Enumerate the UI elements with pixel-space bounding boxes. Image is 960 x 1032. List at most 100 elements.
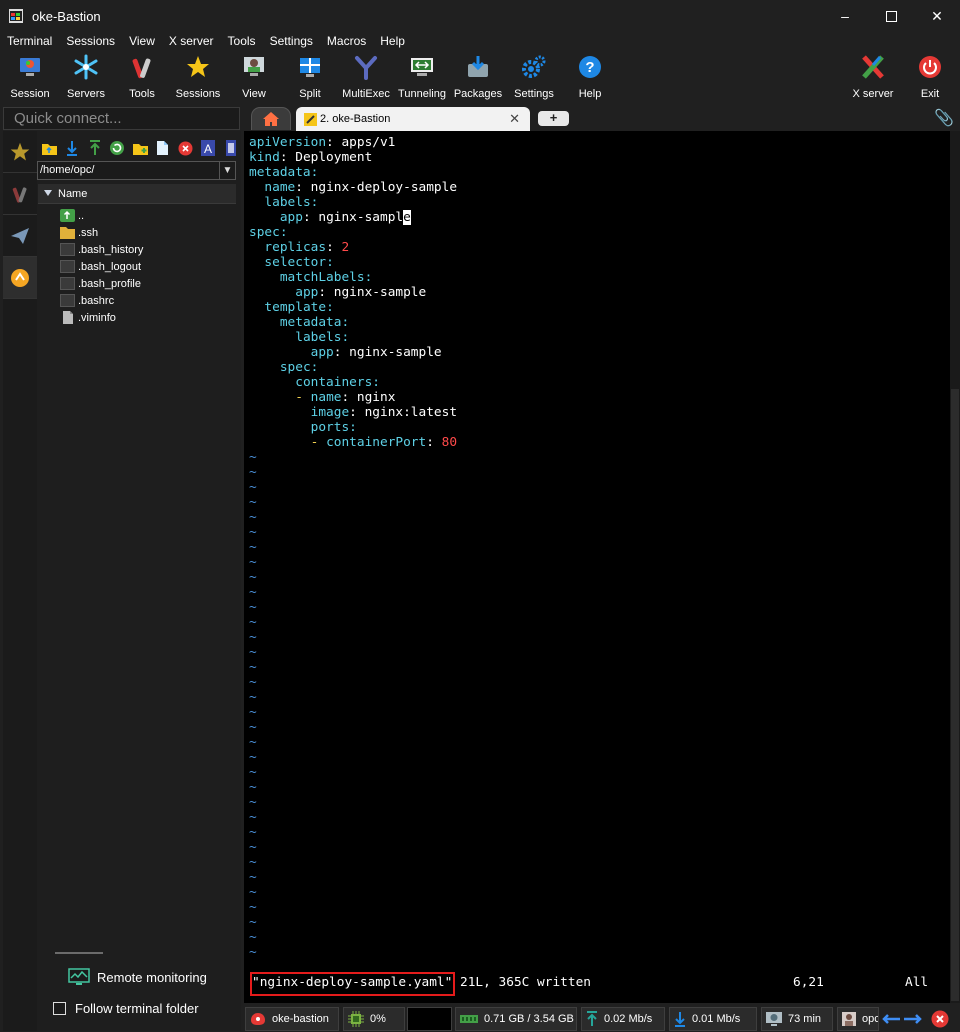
download-icon [67,141,77,156]
upload-button[interactable] [85,139,104,158]
scroll-right-icon[interactable] [903,1012,923,1030]
code-line: spec: [249,225,288,240]
session-button[interactable]: Session [2,50,58,102]
menu-view[interactable]: View [129,34,155,48]
multiexec-button[interactable]: MultiExec [338,50,394,102]
tilde-line: ~ [249,840,257,855]
menu-x-server[interactable]: X server [169,34,214,48]
chevron-down-icon[interactable]: ▼ [219,162,235,179]
refresh-icon [110,141,125,155]
folder-up-button[interactable] [40,139,59,158]
upload-arrow-icon [587,1011,597,1026]
settings-button[interactable]: Settings [506,50,562,102]
tilde-line: ~ [249,900,257,915]
delete-button[interactable] [176,139,195,158]
file-row-bashrc[interactable]: .bashrc [60,292,114,309]
sessions-button[interactable]: Sessions [170,50,226,102]
tilde-line: ~ [249,645,257,660]
file-row-bash-history[interactable]: .bash_history [60,241,143,258]
tools-button[interactable]: Tools [114,50,170,102]
title-bar: oke-Bastion – ✕ [0,0,960,32]
tunneling-button[interactable]: Tunneling [394,50,450,102]
more-button[interactable] [221,139,240,158]
file-icon [60,277,75,290]
download-button[interactable] [63,139,82,158]
tab-oke-bastion[interactable]: 2. oke-Bastion ✕ [296,107,530,131]
tilde-line: ~ [249,750,257,765]
file-icon [60,260,75,273]
svg-text:A: A [204,142,212,156]
follow-terminal-folder-checkbox[interactable]: Follow terminal folder [53,1001,199,1016]
packages-button[interactable]: Packages [450,50,506,102]
close-status-icon[interactable] [931,1010,949,1032]
terminal-scrollbar[interactable] [950,131,960,1003]
status-uptime: 73 min [761,1007,833,1031]
split-icon [300,58,320,77]
maximize-button[interactable] [868,0,914,32]
menu-settings[interactable]: Settings [270,34,313,48]
view-button[interactable]: View [226,50,282,102]
menu-tools[interactable]: Tools [228,34,256,48]
quick-connect-input[interactable]: Quick connect... [3,107,240,130]
code-line: labels: [264,195,319,210]
tilde-line: ~ [249,675,257,690]
vim-scroll-position: All [905,975,929,990]
menu-help[interactable]: Help [380,34,405,48]
menu-sessions[interactable]: Sessions [66,34,115,48]
sidebar-tab-macros[interactable] [3,215,37,257]
file-row-bash-logout[interactable]: .bash_logout [60,258,141,275]
paperclip-icon[interactable]: 📎 [934,108,954,128]
current-path: /home/opc/ [40,164,95,176]
menu-macros[interactable]: Macros [327,34,366,48]
remote-monitoring-button[interactable]: Remote monitoring [68,968,207,986]
status-user: opc [837,1007,879,1031]
panel-icon [225,140,236,156]
main-toolbar: Session Servers Tools Sessions View Spli… [0,50,960,104]
home-tab[interactable] [251,107,291,130]
file-row-parent[interactable]: .. [60,207,84,224]
exit-button[interactable]: Exit [902,50,958,102]
column-header-name[interactable]: Name [38,184,236,204]
file-row-viminfo[interactable]: .viminfo [60,309,116,326]
tilde-line: ~ [249,945,257,960]
file-row-bash-profile[interactable]: .bash_profile [60,275,141,292]
power-icon [919,56,941,78]
scrollbar-thumb[interactable] [951,389,959,1001]
new-tab-button[interactable]: + [538,111,569,126]
sidebar-tab-sessions[interactable] [3,131,37,173]
sidebar-tabs [3,131,37,1031]
rename-button[interactable]: A [199,139,218,158]
terminal-view[interactable]: apiVersion: apps/v1 kind: Deployment metad… [244,131,950,1003]
code-line: containers: [295,375,380,390]
path-combobox[interactable]: /home/opc/ ▼ [37,161,236,180]
split-button[interactable]: Split [282,50,338,102]
panel-divider-handle[interactable] [55,952,103,954]
refresh-button[interactable] [108,139,127,158]
minimize-button[interactable]: – [822,0,868,32]
cpu-icon [348,1011,364,1027]
tilde-line: ~ [249,705,257,720]
new-file-button[interactable] [153,139,172,158]
tilde-line: ~ [249,525,257,540]
tilde-line: ~ [249,660,257,675]
servers-button[interactable]: Servers [58,50,114,102]
status-download: 0.01 Mb/s [669,1007,757,1031]
close-window-button[interactable]: ✕ [914,0,960,32]
close-tab-icon[interactable]: ✕ [509,111,520,127]
scroll-left-icon[interactable] [881,1012,901,1030]
help-button[interactable]: ? Help [562,50,618,102]
menu-terminal[interactable]: Terminal [7,34,52,48]
tilde-line: ~ [249,885,257,900]
file-row-ssh[interactable]: .ssh [60,224,98,241]
new-folder-button[interactable] [131,139,150,158]
code-line: name: nginx-deploy-sample [264,180,458,195]
tools-icon [12,186,27,203]
code-line: app: nginx-sample [279,210,411,225]
x-server-icon [862,55,884,79]
sidebar-tab-tools[interactable] [3,173,37,215]
sidebar-tab-sftp[interactable] [3,257,37,299]
status-session[interactable]: oke-bastion [245,1007,339,1031]
checkbox-box[interactable] [53,1002,66,1015]
home-icon [263,112,279,126]
xserver-button[interactable]: X server [845,50,901,102]
